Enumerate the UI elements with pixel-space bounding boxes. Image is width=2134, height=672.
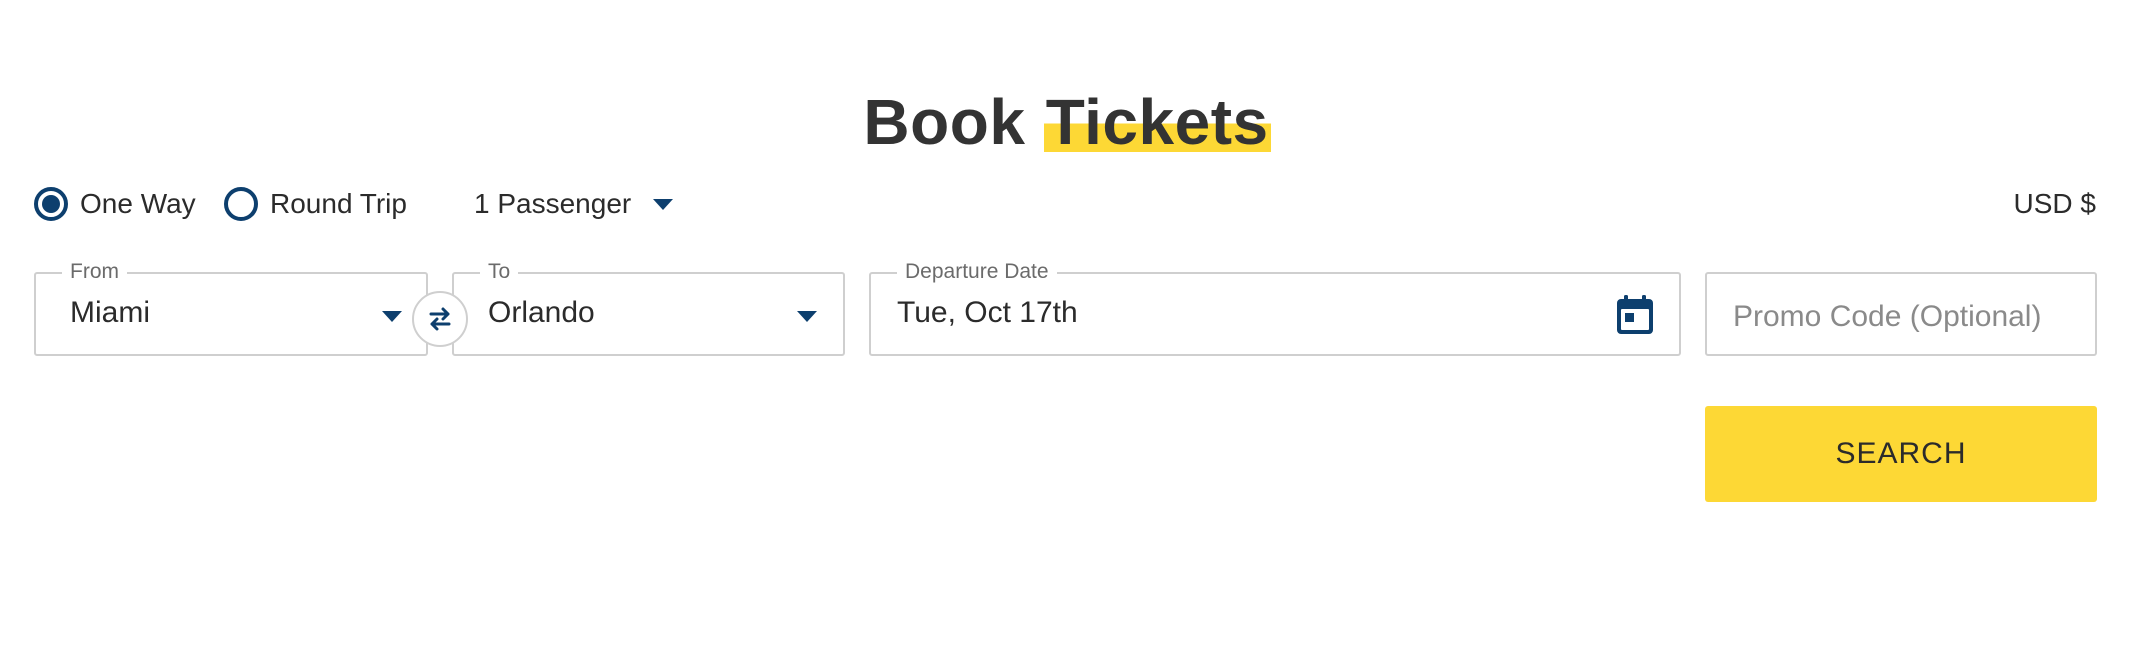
page-title-tickets: Tickets bbox=[1043, 85, 1271, 158]
from-field-label: From bbox=[62, 259, 127, 285]
search-button[interactable]: SEARCH bbox=[1705, 406, 2097, 502]
calendar-icon[interactable] bbox=[1615, 294, 1655, 336]
radio-one-way-indicator[interactable] bbox=[34, 187, 68, 221]
radio-round-trip-indicator[interactable] bbox=[224, 187, 258, 221]
radio-one-way[interactable]: One Way bbox=[34, 180, 196, 228]
swap-locations-button[interactable] bbox=[412, 291, 468, 347]
passenger-dropdown[interactable]: 1 Passenger bbox=[474, 180, 674, 228]
departure-date-value: Tue, Oct 17th bbox=[897, 296, 1078, 329]
page-title: Book Tickets bbox=[0, 85, 2134, 159]
from-field[interactable]: From Miami bbox=[34, 259, 428, 356]
chevron-down-icon bbox=[653, 198, 674, 210]
passenger-count-label: 1 Passenger bbox=[474, 188, 632, 219]
chevron-down-icon bbox=[797, 311, 817, 322]
to-field[interactable]: To Orlando bbox=[452, 259, 845, 356]
departure-date-field[interactable]: Departure Date Tue, Oct 17th bbox=[869, 259, 1681, 356]
to-field-value: Orlando bbox=[488, 296, 595, 329]
chevron-down-icon bbox=[382, 311, 402, 322]
from-field-value: Miami bbox=[70, 296, 150, 329]
radio-round-trip-label: Round Trip bbox=[270, 188, 407, 219]
to-field-label: To bbox=[480, 259, 519, 285]
radio-round-trip[interactable]: Round Trip bbox=[224, 180, 407, 228]
currency-selector[interactable]: USD $ bbox=[2014, 180, 2096, 228]
promo-code-placeholder: Promo Code (Optional) bbox=[1733, 300, 2042, 333]
radio-one-way-label: One Way bbox=[80, 188, 196, 219]
page-title-book: Book bbox=[863, 85, 1026, 158]
departure-date-label: Departure Date bbox=[897, 259, 1057, 285]
swap-arrows-icon bbox=[429, 307, 451, 331]
promo-code-field[interactable]: Promo Code (Optional) bbox=[1705, 272, 2097, 356]
